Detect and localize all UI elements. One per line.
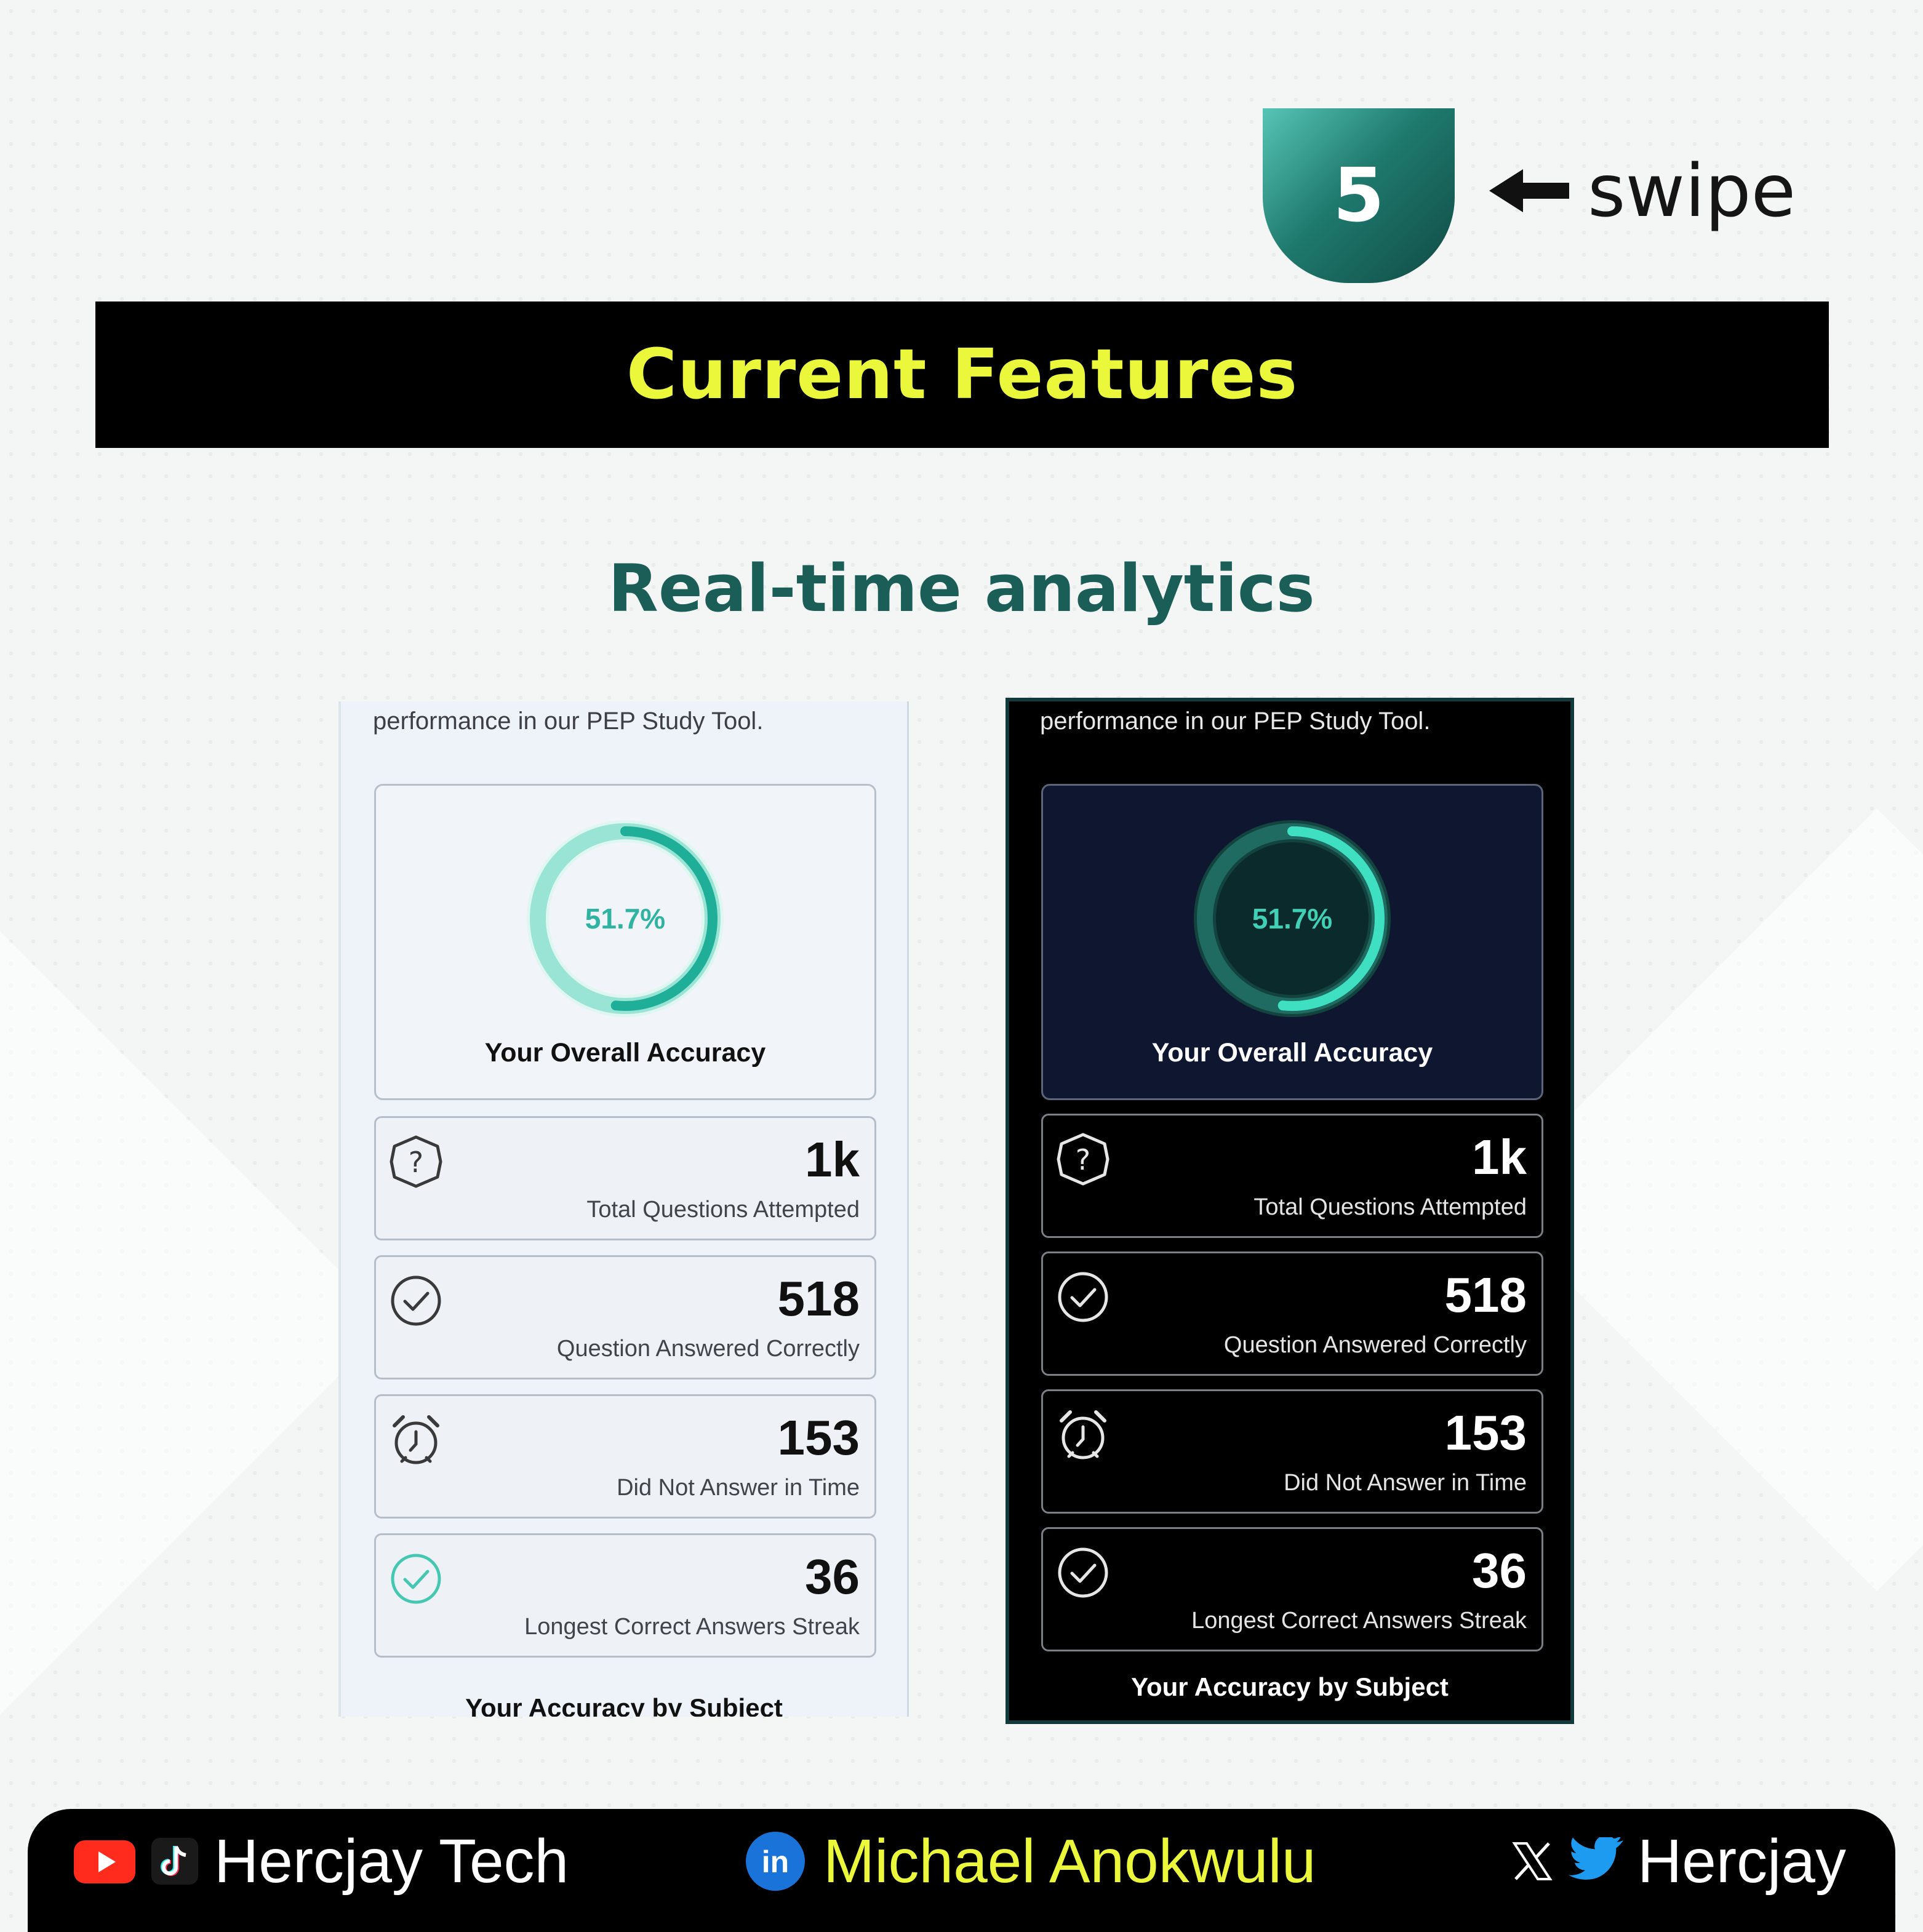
stat-value: 518 [1444, 1267, 1527, 1322]
section-subtitle: Real-time analytics [608, 551, 1315, 626]
banner-title: Current Features [626, 335, 1298, 415]
stat-card-timeouts: 153 Did Not Answer in Time [1041, 1389, 1543, 1514]
stat-label: Total Questions Attempted [1253, 1194, 1527, 1220]
swipe-hint[interactable]: swipe [1489, 142, 1796, 240]
stat-value: 518 [777, 1271, 860, 1326]
swipe-label: swipe [1588, 148, 1796, 233]
stat-value: 1k [1472, 1130, 1527, 1184]
twitter-bird-icon [1567, 1837, 1624, 1880]
svg-text:?: ? [409, 1146, 423, 1179]
accuracy-title: Your Overall Accuracy [484, 1038, 766, 1068]
svg-text:?: ? [1076, 1143, 1090, 1176]
linkedin-icon: in [746, 1832, 805, 1891]
stat-value: 36 [1472, 1543, 1527, 1598]
light-mode-screenshot: performance in our PEP Study Tool. 51.7%… [338, 701, 909, 1717]
stat-card-correct-answers: 518 Question Answered Correctly [1041, 1251, 1543, 1376]
stat-card-longest-streak: 36 Longest Correct Answers Streak [374, 1533, 876, 1658]
intro-text: performance in our PEP Study Tool. [1040, 708, 1431, 735]
stat-card-timeouts: 153 Did Not Answer in Time [374, 1394, 876, 1519]
footer-x-twitter[interactable]: Hercjay [1511, 1809, 1846, 1914]
tiktok-icon [151, 1838, 198, 1885]
title-banner: Current Features [95, 301, 1829, 448]
alarm-clock-icon [1060, 1410, 1106, 1459]
check-circle-icon [391, 1275, 441, 1326]
check-circle-icon [1058, 1272, 1108, 1322]
stat-card-correct-answers: 518 Question Answered Correctly [374, 1255, 876, 1379]
accuracy-percent: 51.7% [585, 903, 666, 935]
accuracy-by-subject-title: Your Accuracy by Subject [1131, 1672, 1449, 1701]
background-pattern [0, 0, 1923, 1923]
stat-value: 36 [805, 1549, 860, 1604]
youtube-channel-name: Hercjay Tech [214, 1826, 569, 1896]
dark-mode-screenshot: performance in our PEP Study Tool. 51.7%… [1005, 698, 1574, 1724]
svg-text:in: in [762, 1845, 789, 1879]
question-icon: ? [390, 1135, 442, 1188]
stat-card-total-questions: ? 1k Total Questions Attempted [1041, 1114, 1543, 1238]
stat-label: Question Answered Correctly [556, 1336, 860, 1362]
stat-value: 153 [1444, 1405, 1527, 1460]
stat-label: Question Answered Correctly [1223, 1332, 1527, 1358]
footer-linkedin[interactable]: in Michael Anokwulu [745, 1809, 1316, 1914]
question-icon: ? [1057, 1133, 1109, 1186]
stat-label: Longest Correct Answers Streak [524, 1614, 860, 1640]
check-circle-icon [1058, 1547, 1108, 1598]
page-number: 5 [1333, 153, 1385, 239]
accuracy-percent: 51.7% [1252, 903, 1333, 935]
intro-text: performance in our PEP Study Tool. [373, 708, 764, 735]
x-icon [1512, 1842, 1553, 1880]
stat-label: Total Questions Attempted [586, 1197, 860, 1223]
accuracy-title: Your Overall Accuracy [1151, 1038, 1433, 1068]
social-footer: Hercjay Tech in Michael Anokwulu Hercjay [28, 1809, 1895, 1932]
alarm-clock-icon [393, 1415, 439, 1464]
page-number-badge: 5 [1263, 108, 1455, 283]
footer-youtube-tiktok[interactable]: Hercjay Tech [74, 1809, 569, 1914]
check-circle-icon [391, 1554, 441, 1604]
stat-label: Longest Correct Answers Streak [1191, 1608, 1527, 1634]
stat-value: 1k [805, 1132, 860, 1187]
overall-accuracy-card: 51.7% Your Overall Accuracy [1041, 784, 1543, 1100]
stat-label: Did Not Answer in Time [617, 1475, 860, 1501]
stat-label: Did Not Answer in Time [1284, 1470, 1527, 1496]
stat-card-total-questions: ? 1k Total Questions Attempted [374, 1116, 876, 1240]
overall-accuracy-card: 51.7% Your Overall Accuracy [374, 784, 876, 1100]
twitter-handle: Hercjay [1637, 1826, 1846, 1896]
stat-value: 153 [777, 1410, 860, 1465]
accuracy-by-subject-title: Your Accuracy by Subject [465, 1693, 783, 1717]
youtube-icon [74, 1840, 135, 1883]
stat-card-longest-streak: 36 Longest Correct Answers Streak [1041, 1527, 1543, 1651]
linkedin-name: Michael Anokwulu [823, 1826, 1316, 1896]
arrow-left-icon [1489, 169, 1569, 212]
